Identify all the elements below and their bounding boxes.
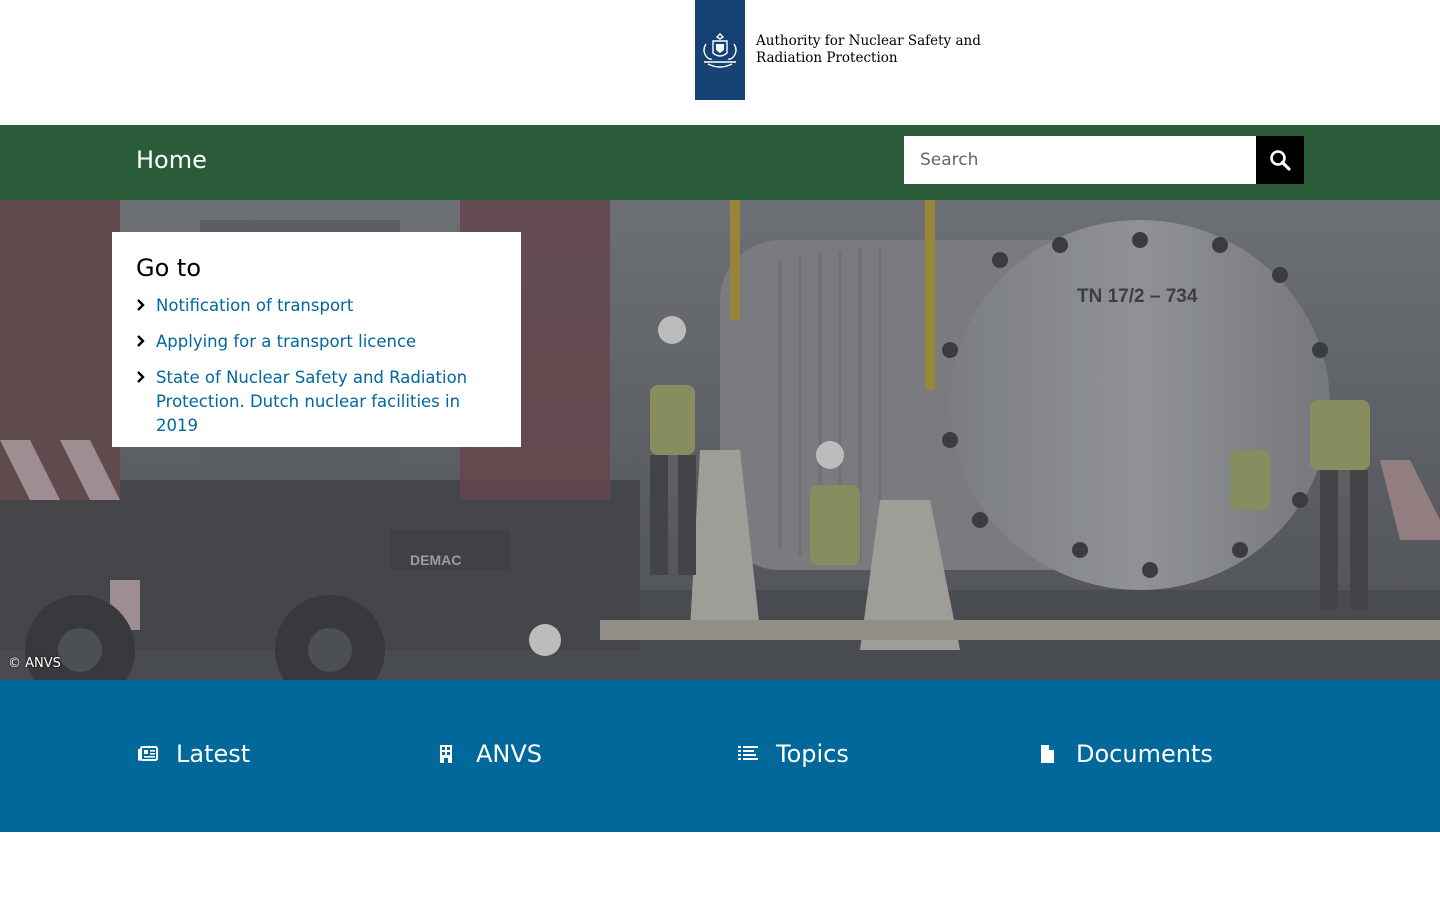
chevron-right-icon — [137, 371, 145, 383]
goto-item: State of Nuclear Safety and Radiation Pr… — [136, 366, 497, 438]
search-form — [904, 136, 1304, 184]
quicklink-topics[interactable]: Topics — [738, 740, 849, 768]
site-header: Authority for Nuclear Safety and Radiati… — [0, 0, 1440, 125]
org-name-line1: Authority for Nuclear Safety and — [756, 33, 981, 49]
goto-link-notification-of-transport[interactable]: Notification of transport — [156, 296, 353, 315]
quicklink-label: Topics — [776, 740, 849, 768]
building-icon — [438, 744, 476, 764]
coat-of-arms-icon — [703, 33, 737, 68]
crane-label: DEMAC — [410, 552, 461, 568]
nav-home-link[interactable]: Home — [136, 146, 207, 174]
goto-box: Go to Notification of transport Applying… — [112, 232, 521, 447]
quicklink-label: Documents — [1076, 740, 1213, 768]
cask-label: TN 17/2 – 734 — [1077, 286, 1198, 307]
goto-title: Go to — [136, 254, 202, 282]
chevron-right-icon — [137, 299, 145, 311]
quicklink-label: ANVS — [476, 740, 543, 768]
goto-link-transport-licence[interactable]: Applying for a transport licence — [156, 332, 416, 351]
quicklink-latest[interactable]: Latest — [138, 740, 250, 768]
goto-list: Notification of transport Applying for a… — [136, 294, 497, 438]
goto-item: Notification of transport — [136, 294, 497, 318]
main-navbar: Home — [0, 125, 1440, 200]
search-input[interactable] — [904, 136, 1256, 184]
site-logo[interactable]: Authority for Nuclear Safety and Radiati… — [695, 0, 981, 100]
goto-link-state-of-nuclear-safety[interactable]: State of Nuclear Safety and Radiation Pr… — [156, 368, 467, 435]
document-icon — [1038, 744, 1076, 764]
list-icon — [738, 745, 776, 763]
goto-item: Applying for a transport licence — [136, 330, 497, 354]
newspaper-icon — [138, 746, 176, 762]
hero-banner: TN 17/2 – 734 DEMAC Go to Notification o… — [0, 200, 1440, 680]
quicklink-anvs[interactable]: ANVS — [438, 740, 542, 768]
org-name-line2: Radiation Protection — [756, 50, 898, 66]
photo-credit: © ANVS — [8, 656, 61, 671]
logo-text: Authority for Nuclear Safety and Radiati… — [756, 33, 981, 67]
logo-ribbon — [695, 0, 745, 100]
quicklink-documents[interactable]: Documents — [1038, 740, 1213, 768]
quicklinks-band: Latest ANVS Topics Documents — [0, 680, 1440, 832]
search-button[interactable] — [1256, 136, 1304, 184]
chevron-right-icon — [137, 335, 145, 347]
quicklink-label: Latest — [176, 740, 251, 768]
search-icon — [1270, 150, 1291, 171]
